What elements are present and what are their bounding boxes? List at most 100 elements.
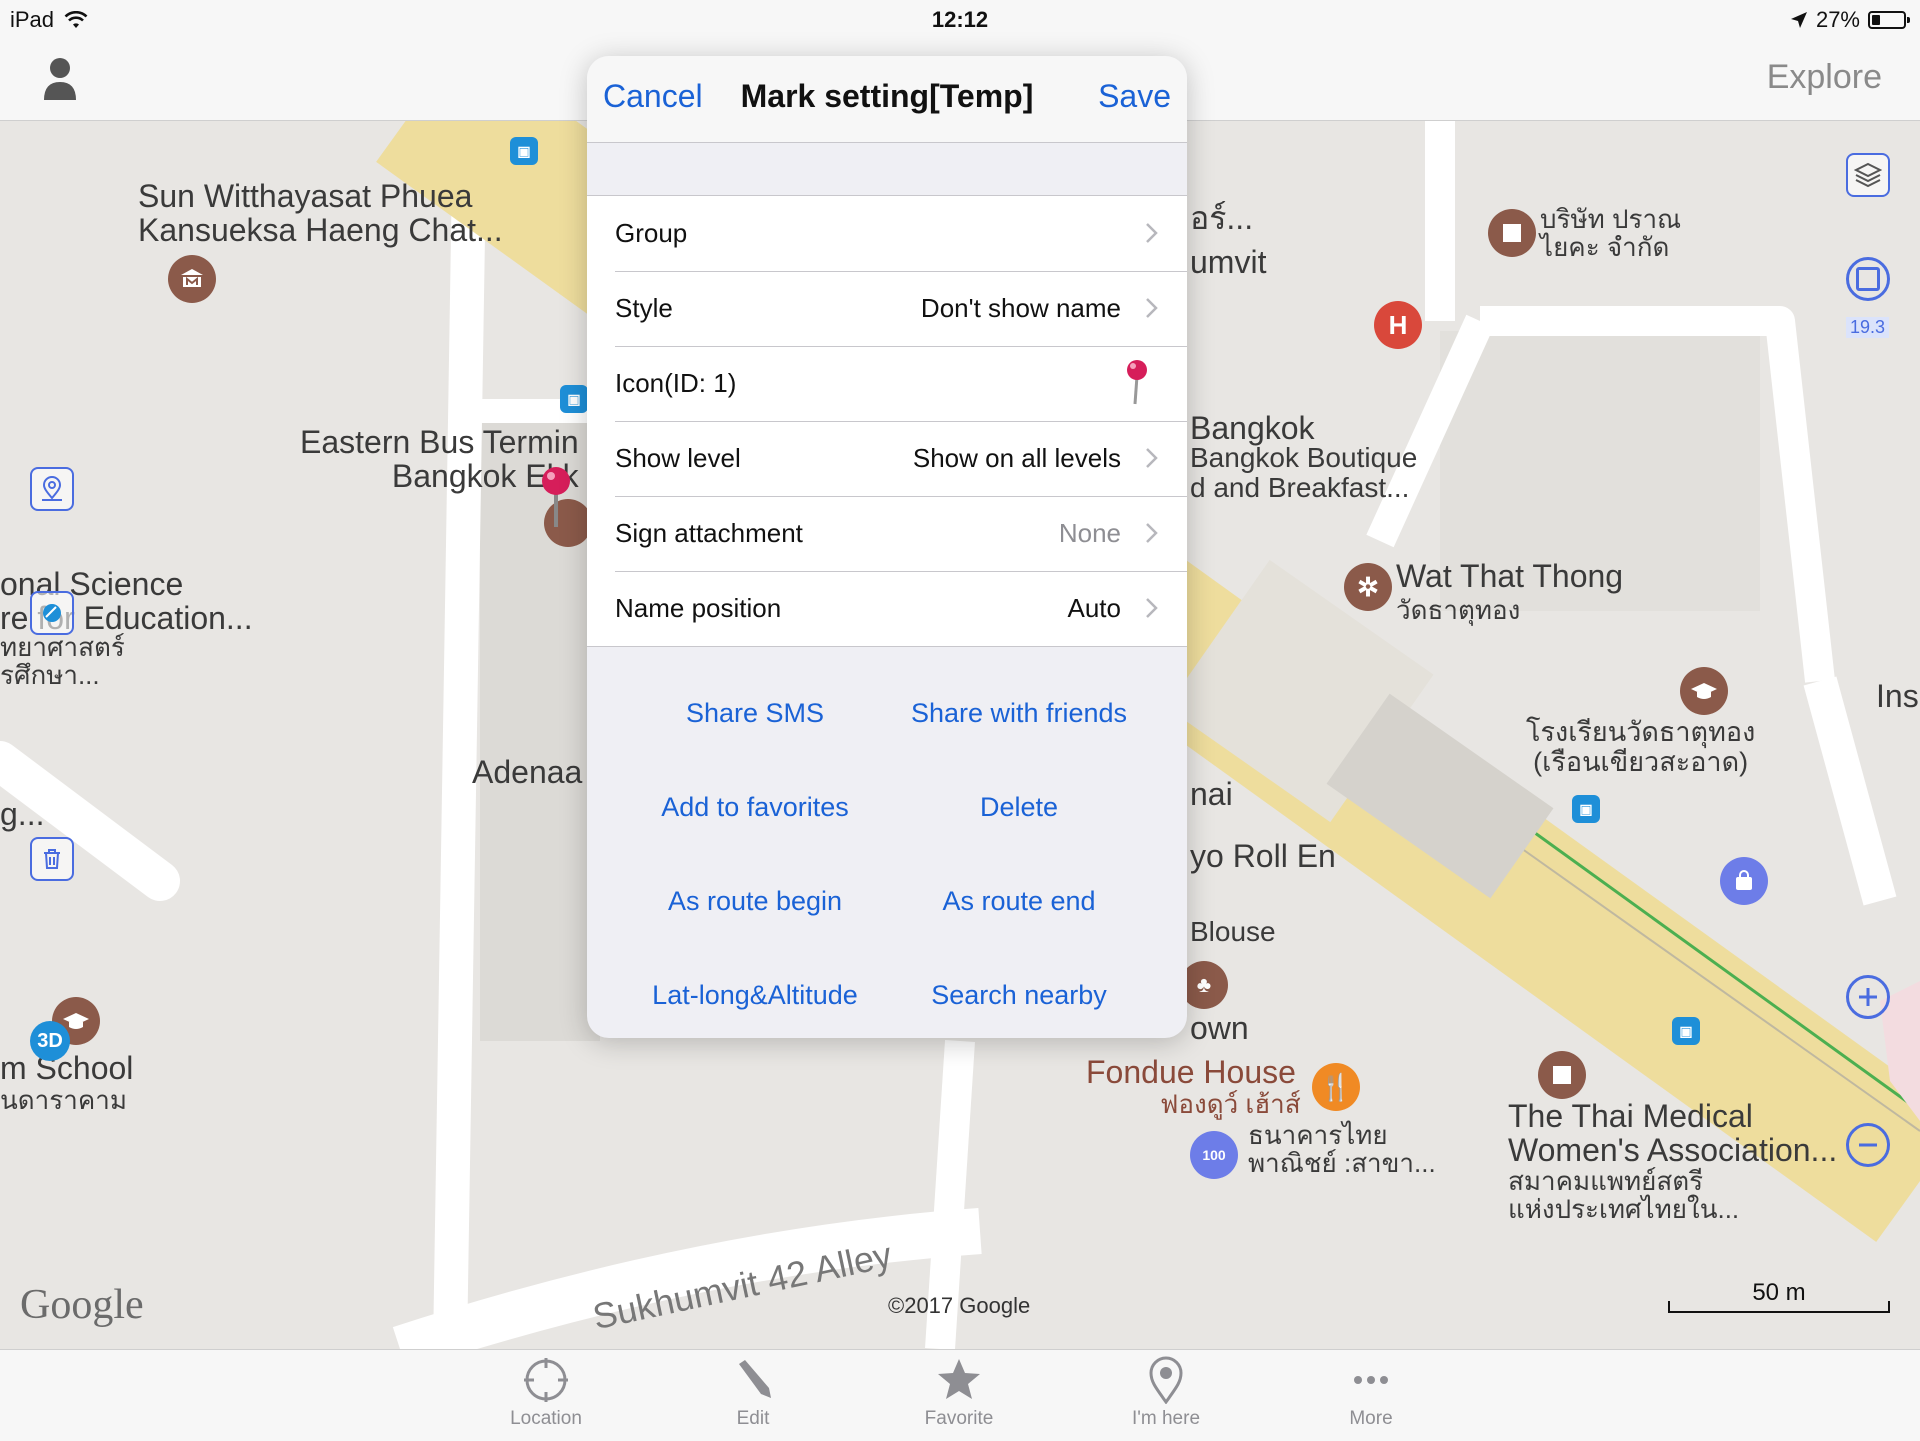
tab-label: Favorite	[924, 1408, 994, 1429]
ruler-tool-button[interactable]	[30, 591, 74, 635]
bus-stop-icon[interactable]: ▣	[1572, 795, 1600, 823]
group-row[interactable]: Group	[587, 196, 1187, 271]
bus-stop-icon[interactable]: ▣	[560, 385, 588, 413]
temple-poi-icon[interactable]: ✲	[1344, 563, 1392, 611]
map-label: umvit	[1190, 244, 1267, 280]
map-label: Bangkok Boutique d and Breakfast...	[1190, 442, 1418, 503]
map-select-button[interactable]	[1846, 257, 1890, 301]
show-level-row[interactable]: Show level Show on all levels	[587, 421, 1187, 496]
battery-percent: 27%	[1815, 7, 1860, 32]
trash-tool-button[interactable]	[30, 837, 74, 881]
map-label: g...	[0, 796, 45, 832]
chevron-right-icon	[1146, 523, 1158, 543]
name-position-row[interactable]: Name position Auto	[587, 571, 1187, 646]
search-nearby-button[interactable]: Search nearby	[887, 948, 1187, 1038]
tab-favorite[interactable]: Favorite	[899, 1356, 1019, 1430]
clock: 12:12	[931, 7, 989, 32]
map-label: Ins	[1876, 678, 1919, 714]
battery-icon	[1868, 11, 1910, 29]
tab-more[interactable]: More	[1311, 1356, 1431, 1430]
row-label: Group	[615, 218, 688, 248]
settings-list: Group Style Don't show name Icon(ID: 1) …	[587, 195, 1187, 647]
trash-icon	[44, 849, 60, 869]
bus-stop-icon[interactable]: ▣	[510, 137, 538, 165]
sign-attachment-row[interactable]: Sign attachment None	[587, 496, 1187, 571]
sheet-header: Cancel Mark setting[Temp] Save	[587, 56, 1187, 143]
plus-icon	[1859, 988, 1877, 1006]
minus-icon	[1859, 1143, 1877, 1147]
shopping-poi-icon[interactable]	[1720, 857, 1768, 905]
hospital-poi-icon[interactable]: H	[1374, 301, 1422, 349]
style-row[interactable]: Style Don't show name	[587, 271, 1187, 346]
row-value: Auto	[1067, 593, 1122, 623]
chevron-right-icon	[1146, 298, 1158, 318]
graduation-cap-icon	[63, 1013, 89, 1029]
share-with-friends-button[interactable]: Share with friends	[887, 666, 1187, 760]
tab-location[interactable]: Location	[486, 1356, 606, 1430]
star-icon	[938, 1359, 980, 1399]
zoom-level-badge: 19.3	[1846, 317, 1890, 338]
route-begin-button[interactable]: As route begin	[587, 854, 887, 948]
tab-label: I'm here	[1131, 1408, 1201, 1429]
map-label: own	[1190, 1010, 1249, 1046]
tab-edit[interactable]: Edit	[693, 1356, 813, 1430]
map-scale-bar: 50 m	[1668, 1279, 1890, 1313]
red-pin-icon	[1127, 360, 1147, 405]
map-location-tool-button[interactable]	[30, 467, 74, 511]
status-bar: iPad 12:12 27%	[0, 0, 1920, 40]
shop-poi-icon[interactable]	[1538, 1051, 1586, 1099]
restaurant-poi-icon[interactable]: 🍴	[1312, 1063, 1360, 1111]
icon-row[interactable]: Icon(ID: 1)	[587, 346, 1187, 421]
row-value: Show on all levels	[912, 443, 1121, 473]
red-pin-marker-icon[interactable]	[538, 465, 574, 529]
bus-stop-icon[interactable]: ▣	[1672, 1017, 1700, 1045]
map-label: Sun Witthayasat Phuea Kansueksa Haeng Cha…	[138, 178, 503, 248]
tab-label: Location	[510, 1408, 582, 1429]
map-label: ธนาคารไทย พาณิชย์ :สาขา...	[1248, 1120, 1436, 1178]
mark-setting-sheet: Cancel Mark setting[Temp] Save Group Sty…	[587, 56, 1187, 1038]
map-label: ทยาศาสตร์ รศึกษา...	[0, 632, 125, 690]
ruler-icon	[43, 604, 61, 622]
row-value: None	[1058, 518, 1121, 548]
more-icon	[1354, 1376, 1388, 1384]
sheet-title: Mark setting[Temp]	[740, 78, 1034, 114]
map-label: Blouse	[1190, 916, 1276, 947]
map-label: อร์...	[1190, 200, 1254, 236]
map-label: m School	[0, 1050, 134, 1086]
layers-button[interactable]	[1846, 153, 1890, 197]
crosshair-icon	[524, 1358, 568, 1402]
map-label: สมาคมแพทย์สตรี แห่งประเทศไทยใน...	[1508, 1166, 1740, 1224]
map-label: Wat That Thong	[1396, 558, 1624, 594]
layers-icon	[1854, 162, 1882, 188]
add-to-favorites-button[interactable]: Add to favorites	[587, 760, 887, 854]
tab-im-here[interactable]: I'm here	[1106, 1356, 1226, 1430]
route-end-button[interactable]: As route end	[887, 854, 1187, 948]
3d-toggle-button[interactable]: 3D	[30, 1021, 70, 1061]
share-sms-button[interactable]: Share SMS	[587, 666, 887, 760]
school-poi-icon[interactable]	[1680, 667, 1728, 715]
map-label: วัดธาตุทอง	[1396, 595, 1521, 625]
pencil-icon	[739, 1360, 771, 1398]
map-label: บริษัท ปราณ ไยคะ จำกัด	[1540, 204, 1682, 262]
zoom-in-button[interactable]	[1846, 975, 1890, 1019]
row-label: Show level	[615, 443, 741, 473]
graduation-cap-icon	[1691, 683, 1717, 699]
google-logo: Google	[20, 1282, 144, 1328]
save-button[interactable]: Save	[1098, 78, 1171, 115]
row-label: Sign attachment	[615, 518, 803, 548]
zoom-out-button[interactable]	[1846, 1123, 1890, 1167]
tab-label: Edit	[736, 1408, 770, 1429]
shop-poi-icon[interactable]	[1488, 209, 1536, 257]
museum-poi-icon[interactable]	[168, 255, 216, 303]
scale-bar-line	[1668, 1301, 1890, 1313]
battery-fill	[1872, 15, 1880, 25]
lat-long-altitude-button[interactable]: Lat-long&Altitude	[587, 948, 887, 1038]
delete-button[interactable]: Delete	[887, 760, 1187, 854]
map-label: The Thai Medical Women's Association...	[1508, 1098, 1838, 1168]
attraction-poi-icon[interactable]: ♣	[1180, 961, 1228, 1009]
explore-button[interactable]: Explore	[1767, 58, 1882, 97]
user-profile-icon[interactable]	[42, 56, 78, 102]
bank-poi-icon[interactable]: 100	[1190, 1131, 1238, 1179]
shopping-bag-icon	[1736, 870, 1752, 890]
map-label: yo Roll En	[1190, 838, 1336, 874]
